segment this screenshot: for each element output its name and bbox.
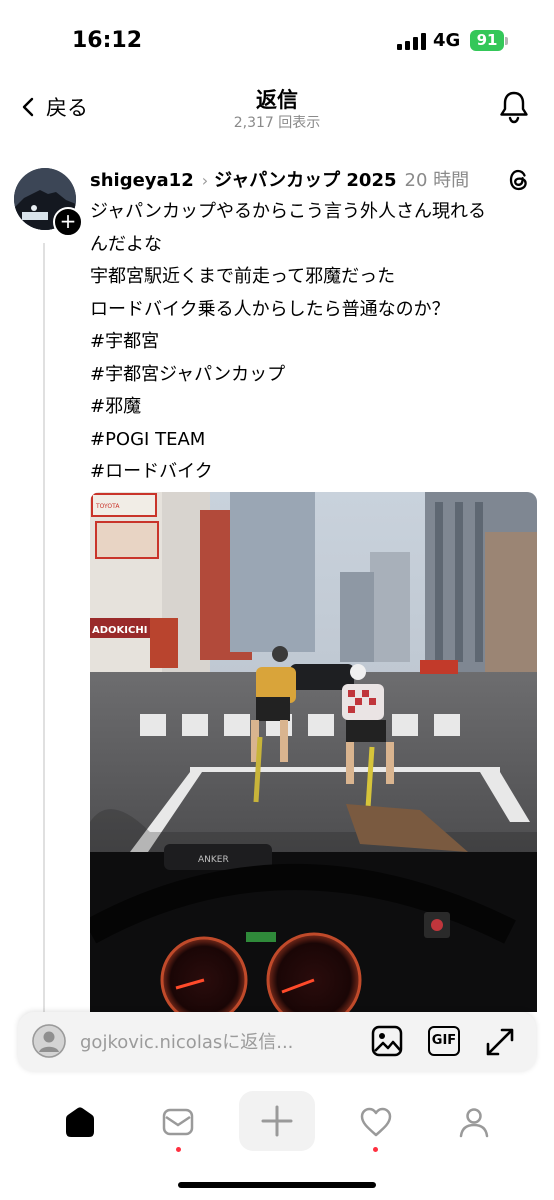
notifications-button[interactable] [498, 90, 530, 128]
tab-activity[interactable] [354, 1100, 398, 1144]
tab-home[interactable] [58, 1100, 102, 1144]
follow-button[interactable]: + [53, 207, 83, 237]
topic-link[interactable]: ジャパンカップ 2025 [214, 166, 396, 192]
tab-profile[interactable] [452, 1100, 496, 1144]
photo-street-scene: TOYOTA ADOKICHI ANKER [90, 492, 537, 1012]
bell-icon [500, 91, 528, 124]
battery-tip [505, 37, 508, 45]
threads-logo-icon [508, 168, 530, 196]
hashtag-link[interactable]: #邪魔 [90, 391, 535, 424]
username-link[interactable]: shigeya12 [90, 170, 194, 191]
sign-text: ADOKICHI [92, 625, 147, 636]
gif-button[interactable]: GIF [428, 1026, 460, 1056]
hashtag-link[interactable]: #宇都宮ジャパンカップ [90, 359, 535, 392]
post-body: ジャパンカップやるからこう言う外人さん現れる んだよな 宇都宮駅近くまで前走って… [90, 196, 535, 489]
post-line: んだよな [90, 233, 162, 255]
inbox-notification-dot [176, 1147, 181, 1152]
hashtag-link[interactable]: #ロードバイク [90, 456, 535, 489]
signal-icon [397, 33, 427, 50]
sign-text: TOYOTA [95, 503, 120, 510]
post-line: 宇都宮駅近くまで前走って邪魔だった [90, 266, 396, 287]
battery-level: 91 [476, 31, 498, 49]
post-photo[interactable]: TOYOTA ADOKICHI ANKER [90, 492, 537, 1012]
status-time: 16:12 [72, 28, 143, 53]
heart-icon [360, 1107, 392, 1137]
inbox-icon [162, 1108, 194, 1136]
chevron-right-icon: › [201, 171, 209, 190]
post-line: ロードバイク乗る人からしたら普通なのか？ [90, 298, 450, 320]
battery-icon: 91 [470, 30, 504, 51]
attach-image-button[interactable] [370, 1024, 404, 1062]
expand-icon [486, 1028, 514, 1056]
hashtag-link[interactable]: #POGI TEAM [90, 424, 535, 457]
network-label: 4G [433, 30, 461, 51]
home-icon [66, 1107, 94, 1137]
activity-notification-dot [373, 1147, 378, 1152]
expand-button[interactable] [484, 1026, 516, 1062]
reply-avatar [32, 1024, 66, 1058]
post-header: shigeya12 › ジャパンカップ 2025 20 時間 [90, 166, 500, 192]
plus-icon [261, 1105, 293, 1137]
reply-input[interactable] [80, 1025, 360, 1059]
dash-brand: ANKER [198, 855, 229, 865]
view-count: 2,317 回表示 [233, 115, 321, 131]
thread-line [43, 243, 45, 1013]
post-line: ジャパンカップやるからこう言う外人さん現れる [90, 201, 486, 222]
profile-icon [459, 1108, 489, 1138]
page-title: 返信 [256, 88, 298, 112]
image-icon [371, 1025, 403, 1057]
post-timestamp: 20 時間 [404, 170, 470, 191]
user-placeholder-icon [32, 1024, 66, 1058]
tab-inbox[interactable] [156, 1100, 200, 1144]
home-indicator [178, 1182, 376, 1188]
hashtag-link[interactable]: #宇都宮 [90, 326, 535, 359]
tab-new-post[interactable] [239, 1091, 315, 1151]
